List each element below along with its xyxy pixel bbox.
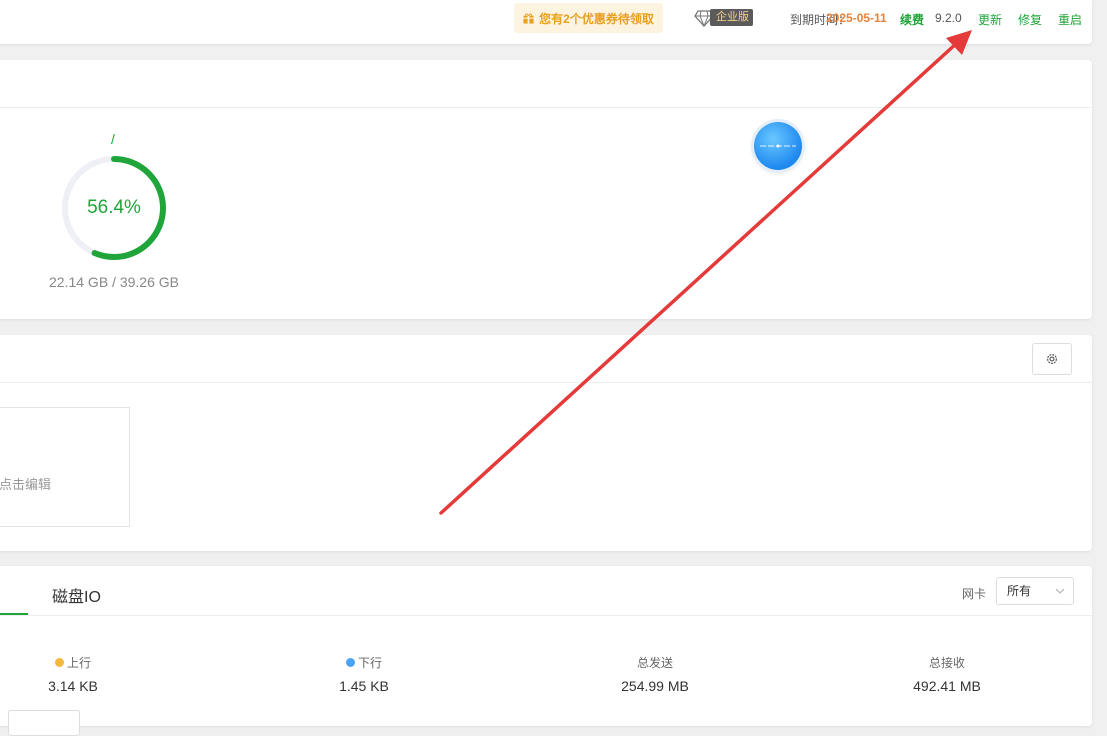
nic-selected-value: 所有 xyxy=(1007,584,1032,598)
stat-download: 下行 1.45 KB xyxy=(304,654,424,694)
card-divider xyxy=(0,107,1092,108)
chevron-down-icon xyxy=(1055,588,1065,594)
tab-traffic-active[interactable] xyxy=(0,566,28,615)
stat-total-sent: 总发送 254.99 MB xyxy=(595,654,715,694)
stat-value: 492.41 MB xyxy=(913,678,981,694)
gift-icon xyxy=(523,13,534,24)
download-dot-icon xyxy=(345,658,355,667)
stat-label: 上行 xyxy=(66,656,91,670)
disk-usage-size: 22.14 GB / 39.26 GB xyxy=(49,274,179,290)
stat-value: 254.99 MB xyxy=(621,678,689,694)
loading-icon xyxy=(760,144,796,148)
disk-status-card: / 56.4% 22.14 GB / 39.26 GB xyxy=(0,60,1092,319)
settings-button[interactable] xyxy=(1032,343,1072,375)
nic-select[interactable]: 所有 xyxy=(996,577,1074,605)
tab-disk-io[interactable]: 磁盘IO xyxy=(52,583,101,607)
upload-dot-icon xyxy=(54,658,64,667)
stat-label: 总发送 xyxy=(636,656,673,670)
repair-link[interactable]: 修复 xyxy=(1018,11,1042,28)
traffic-card: 磁盘IO 网卡 所有 上行 3.14 KB 下行 1.45 KB 总发送 254… xyxy=(0,566,1092,736)
status-orb[interactable] xyxy=(754,122,802,170)
version-number: 9.2.0 xyxy=(935,11,962,25)
update-link[interactable]: 更新 xyxy=(978,11,1002,28)
click-to-edit-text[interactable]: 点击编辑 xyxy=(0,474,51,493)
coupon-banner[interactable]: 您有2个优惠券待领取 xyxy=(514,3,663,33)
renew-link[interactable]: 续费 xyxy=(900,11,924,28)
stat-value: 3.14 KB xyxy=(48,678,98,694)
nic-label: 网卡 xyxy=(962,587,987,601)
stat-upload: 上行 3.14 KB xyxy=(13,654,133,694)
disk-mount-path: / xyxy=(111,131,115,147)
top-header-bar: 您有2个优惠券待领取 xyxy=(0,0,1092,44)
gear-icon xyxy=(1047,354,1057,364)
restart-link[interactable]: 重启 xyxy=(1058,11,1082,28)
card-divider xyxy=(0,382,1092,383)
stat-total-received: 总接收 492.41 MB xyxy=(887,654,1007,694)
edition-badge: 企业版 xyxy=(710,9,753,26)
stat-value: 1.45 KB xyxy=(339,678,389,694)
software-card xyxy=(0,335,1092,551)
expire-date: 2025-05-11 xyxy=(826,11,887,25)
stat-label: 下行 xyxy=(357,656,382,670)
stat-label: 总接收 xyxy=(928,656,965,670)
card-divider xyxy=(0,615,1092,616)
coupon-text: 您有2个优惠券待领取 xyxy=(539,11,654,26)
disk-usage-percent: 56.4% xyxy=(87,197,141,218)
software-tile[interactable] xyxy=(0,407,130,527)
chart-toggle-button[interactable] xyxy=(8,710,80,736)
